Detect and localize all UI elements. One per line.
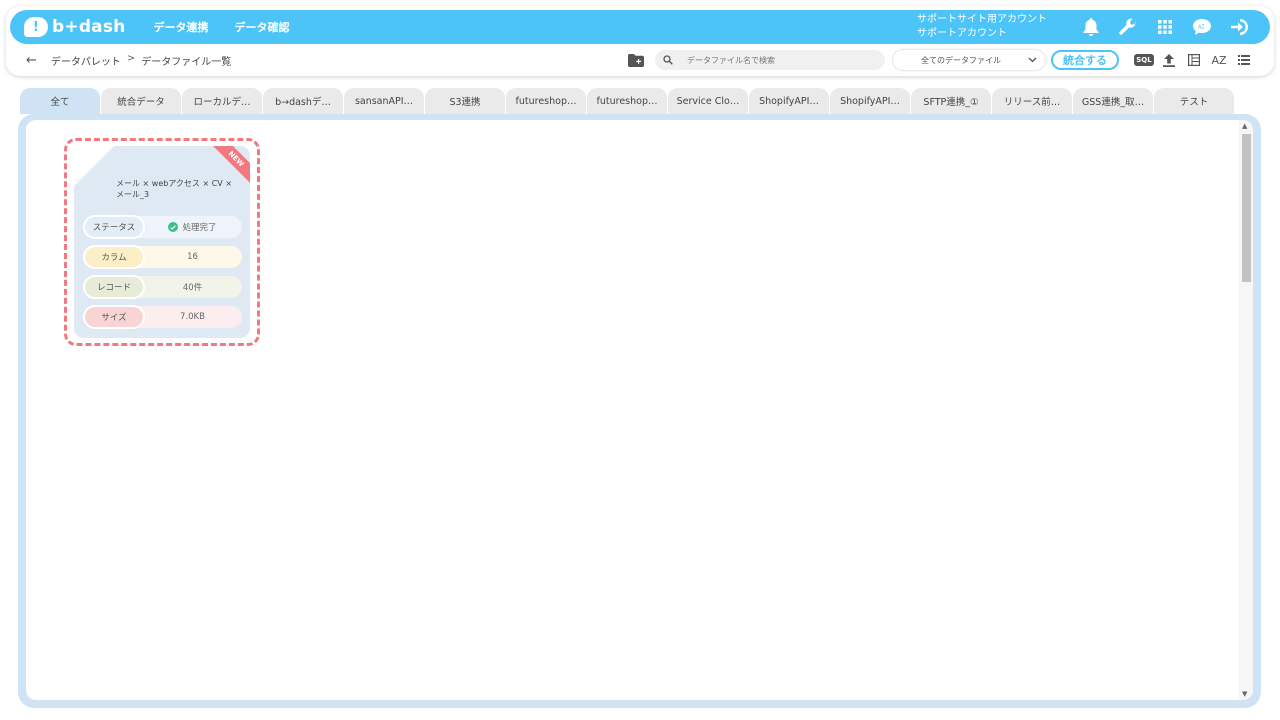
search-input[interactable] [687,55,877,65]
stat-value-size: 7.0KB [180,312,205,322]
account-info[interactable]: サポートサイト用アカウント サポートアカウント [917,13,1047,41]
tab-all[interactable]: 全て [20,88,100,114]
file-corner-mark [92,168,110,184]
stat-value-columns: 16 [187,252,198,262]
tab-local-data[interactable]: ローカルデ… [182,88,262,114]
svg-text:AZ: AZ [1198,25,1205,31]
stat-label: レコード [85,277,143,297]
logo-icon: ! [24,17,48,37]
new-folder-icon[interactable] [627,51,645,69]
logo[interactable]: ! b+dash [24,17,125,37]
tab-sansan-api[interactable]: sansanAPI… [344,88,424,114]
file-title: メール × webアクセス × CV × メール_3 [116,179,233,199]
sub-bar: ← データパレット > データファイル一覧 全てのデータファイル 統合する SQ… [6,46,1274,74]
breadcrumb-palette[interactable]: データパレット [51,53,121,68]
stat-label: カラム [85,247,143,267]
stat-row-status: ステータス 処理完了 [84,216,242,238]
stat-row-size: サイズ 7.0KB [84,306,242,328]
stat-label: ステータス [85,217,143,237]
vertical-scrollbar[interactable]: ▲ ▼ [1239,120,1253,700]
stat-value-status: 処理完了 [143,221,242,233]
file-filter-select[interactable]: 全てのデータファイル [893,50,1045,70]
file-card-body: NEW メール × webアクセス × CV × メール_3 ステータス 処理完… [74,146,250,338]
file-filter-value: 全てのデータファイル [921,55,1001,65]
sort-az-icon[interactable]: AZ [1209,50,1229,70]
stat-row-columns: カラム 16 [84,246,242,268]
back-arrow-icon[interactable]: ← [26,53,37,68]
sql-label: SQL [1134,54,1154,66]
stat-label: サイズ [85,307,143,327]
scroll-thumb[interactable] [1242,134,1251,282]
support-chat-icon[interactable]: AZ [1191,16,1213,38]
bell-icon[interactable] [1080,16,1102,38]
top-bar: ! b+dash データ連携 データ確認 サポートサイト用アカウント サポートア… [10,10,1270,44]
tab-merged-data[interactable]: 統合データ [101,88,181,114]
breadcrumb-file-list: データファイル一覧 [141,56,232,68]
logout-icon[interactable] [1228,16,1250,38]
sql-icon[interactable]: SQL [1134,50,1154,70]
wrench-icon[interactable] [1117,16,1139,38]
upload-icon[interactable] [1159,50,1179,70]
tab-futureshop-2[interactable]: futureshop… [587,88,667,114]
tab-shopify-api-2[interactable]: ShopifyAPI… [830,88,910,114]
stat-row-records: レコード 40件 [84,276,242,298]
breadcrumb: データパレット > データファイル一覧 [51,53,231,68]
tab-s3[interactable]: S3連携 [425,88,505,114]
account-user: サポートアカウント [917,28,1007,39]
account-name: サポートサイト用アカウント [917,14,1047,25]
data-file-card[interactable]: NEW メール × webアクセス × CV × メール_3 ステータス 処理完… [64,138,260,346]
scroll-up-icon[interactable]: ▲ [1242,122,1247,130]
tab-test[interactable]: テスト [1154,88,1234,114]
grid-menu-icon[interactable] [1154,16,1176,38]
breadcrumb-separator: > [126,52,136,64]
search-box [655,50,885,70]
list-view-icon[interactable] [1234,50,1254,70]
tab-service-cloud[interactable]: Service Clo… [668,88,748,114]
tab-futureshop-1[interactable]: futureshop… [506,88,586,114]
status-text: 処理完了 [182,223,217,233]
tab-shopify-api-1[interactable]: ShopifyAPI… [749,88,829,114]
tab-pre-release[interactable]: リリース前… [992,88,1072,114]
category-tabs: 全て 統合データ ローカルデ… b→dashデ… sansanAPI… S3連携… [20,88,1235,114]
stat-value-records: 40件 [182,283,203,293]
tab-bdash-data[interactable]: b→dashデ… [263,88,343,114]
search-icon [663,55,673,65]
nav-data-link[interactable]: データ連携 [153,19,208,35]
merge-button[interactable]: 統合する [1051,50,1119,70]
nav-data-check[interactable]: データ確認 [234,19,289,35]
check-circle-icon [168,222,179,232]
tab-gss[interactable]: GSS連携_取… [1073,88,1153,114]
logo-text: b+dash [52,17,126,37]
scroll-down-icon[interactable]: ▼ [1242,690,1247,698]
table-view-icon[interactable] [1184,50,1204,70]
tab-sftp[interactable]: SFTP連携_① [911,88,991,114]
chevron-down-icon [1028,57,1037,63]
